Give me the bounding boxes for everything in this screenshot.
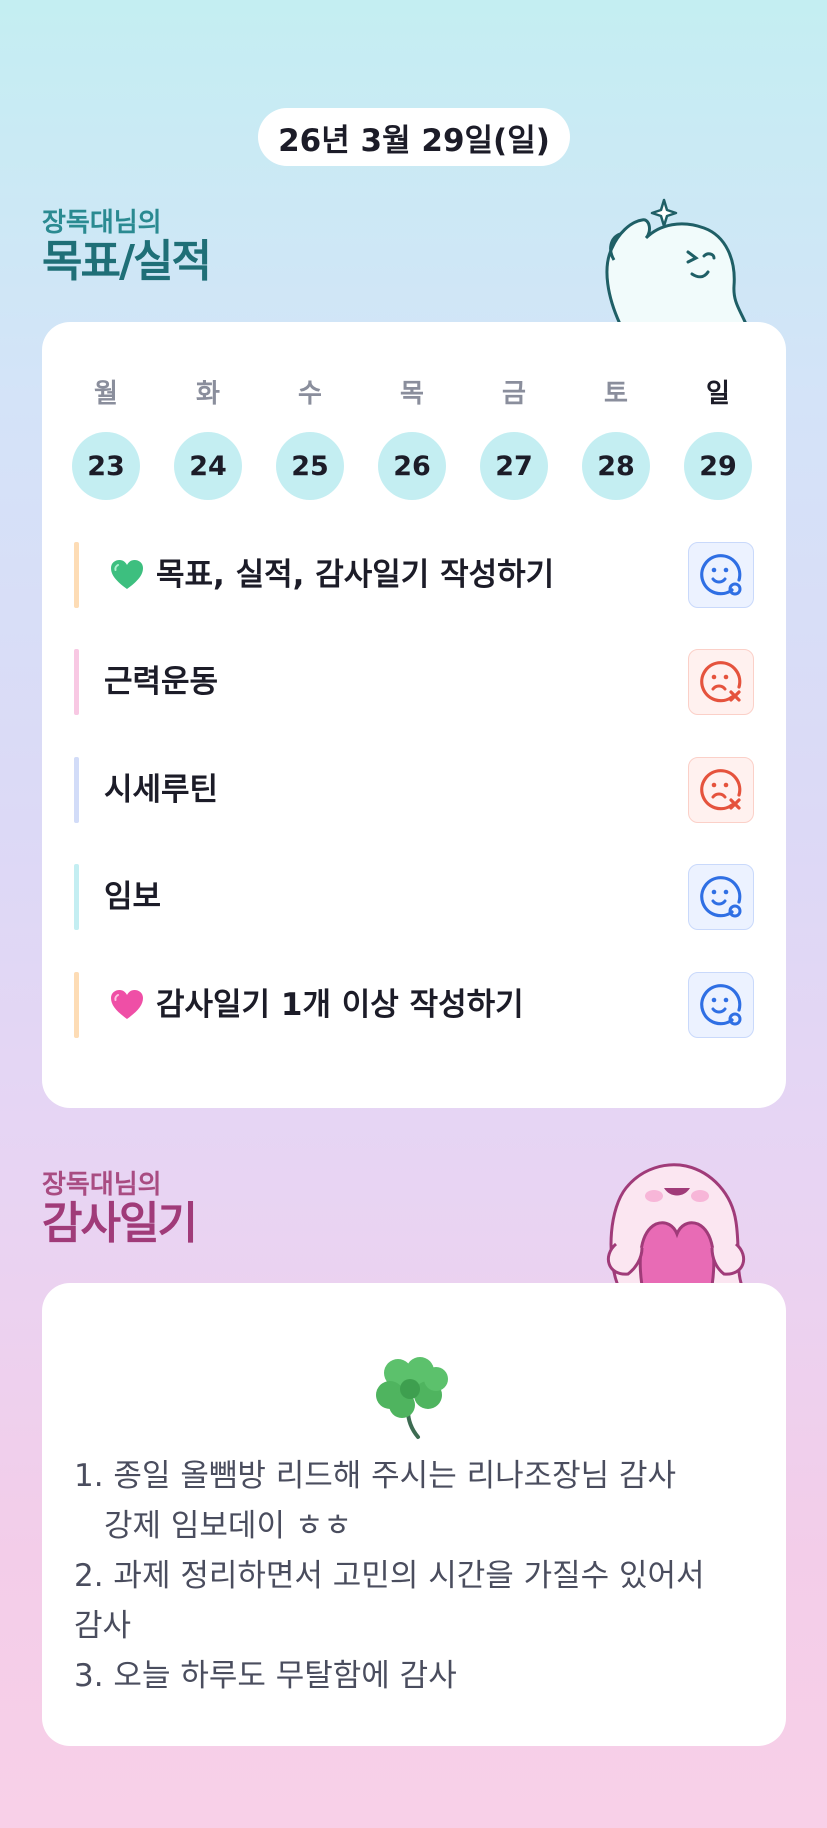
day-label: 토 [604, 379, 628, 409]
diary-line: 2. 과제 정리하면서 고민의 시간을 가질수 있어서 [74, 1558, 705, 1594]
goal-item[interactable]: 임보 [74, 864, 754, 930]
goal-item[interactable]: 근력운동 [74, 649, 754, 715]
day-label-today: 일 [706, 379, 730, 409]
goal-text: 임보 [104, 879, 162, 915]
goals-title: 목표/실적 [42, 236, 212, 287]
status-success-button[interactable] [688, 972, 754, 1038]
date-label: 26년 3월 29일(일) [278, 122, 550, 159]
date-pill[interactable]: 26년 3월 29일(일) [258, 108, 570, 166]
thanks-owner-label: 장독대님의 [42, 1170, 162, 1200]
day-label: 수 [298, 379, 322, 409]
day-thu[interactable]: 목 26 [378, 374, 446, 500]
day-number: 25 [276, 432, 344, 500]
frown-x-icon [700, 661, 742, 703]
day-label: 화 [196, 379, 220, 409]
status-fail-button[interactable] [688, 757, 754, 823]
goal-text: 시세루틴 [104, 772, 219, 808]
goal-item[interactable]: 감사일기 1개 이상 작성하기 [74, 972, 754, 1038]
diary-text: 1. 종일 올뺌방 리드해 주시는 리나조장님 감사 강제 임보데이 ㅎㅎ 2.… [74, 1451, 764, 1701]
goals-card: 월 23 화 24 수 25 목 26 금 27 토 28 일 29 목표, 실… [42, 322, 786, 1108]
thanks-card: 1. 종일 올뺌방 리드해 주시는 리나조장님 감사 강제 임보데이 ㅎㅎ 2.… [42, 1283, 786, 1746]
day-number: 26 [378, 432, 446, 500]
goal-color-bar [74, 542, 79, 608]
day-label: 금 [502, 379, 526, 409]
day-number: 29 [684, 432, 752, 500]
green-heart-icon [111, 560, 143, 589]
diary-line: 3. 오늘 하루도 무탈함에 감사 [74, 1658, 457, 1694]
mascot-heart-hug-icon [606, 1163, 746, 1286]
day-label: 목 [400, 379, 424, 409]
thanks-title: 감사일기 [42, 1198, 198, 1249]
frown-x-icon [700, 769, 742, 811]
day-label: 월 [94, 379, 118, 409]
goal-color-bar [74, 864, 79, 930]
goal-text: 목표, 실적, 감사일기 작성하기 [156, 557, 555, 593]
goals-owner-label: 장독대님의 [42, 208, 162, 238]
thanks-section-title: 장독대님의 감사일기 [42, 1170, 198, 1249]
status-success-button[interactable] [688, 542, 754, 608]
day-number: 24 [174, 432, 242, 500]
goal-color-bar [74, 972, 79, 1038]
smile-check-icon [700, 876, 742, 918]
smile-check-icon [700, 554, 742, 596]
day-sun[interactable]: 일 29 [684, 374, 752, 500]
goal-item[interactable]: 목표, 실적, 감사일기 작성하기 [74, 542, 754, 608]
day-mon[interactable]: 월 23 [72, 374, 140, 500]
goal-color-bar [74, 757, 79, 823]
status-fail-button[interactable] [688, 649, 754, 715]
clover-icon [376, 1357, 448, 1439]
diary-line: 1. 종일 올뺌방 리드해 주시는 리나조장님 감사 [74, 1458, 677, 1494]
pink-heart-icon [111, 990, 143, 1019]
goal-text: 근력운동 [104, 664, 219, 700]
diary-line: 강제 임보데이 ㅎㅎ [104, 1508, 352, 1544]
day-number: 28 [582, 432, 650, 500]
smile-check-icon [700, 984, 742, 1026]
goals-section-title: 장독대님의 목표/실적 [42, 208, 212, 287]
day-fri[interactable]: 금 27 [480, 374, 548, 500]
day-sat[interactable]: 토 28 [582, 374, 650, 500]
goal-color-bar [74, 649, 79, 715]
day-number: 23 [72, 432, 140, 500]
goal-text: 감사일기 1개 이상 작성하기 [156, 987, 524, 1023]
day-number: 27 [480, 432, 548, 500]
day-tue[interactable]: 화 24 [174, 374, 242, 500]
mascot-thumbs-up-icon [605, 198, 748, 324]
diary-line: 감사 [74, 1608, 132, 1644]
goal-item[interactable]: 시세루틴 [74, 757, 754, 823]
status-success-button[interactable] [688, 864, 754, 930]
day-wed[interactable]: 수 25 [276, 374, 344, 500]
